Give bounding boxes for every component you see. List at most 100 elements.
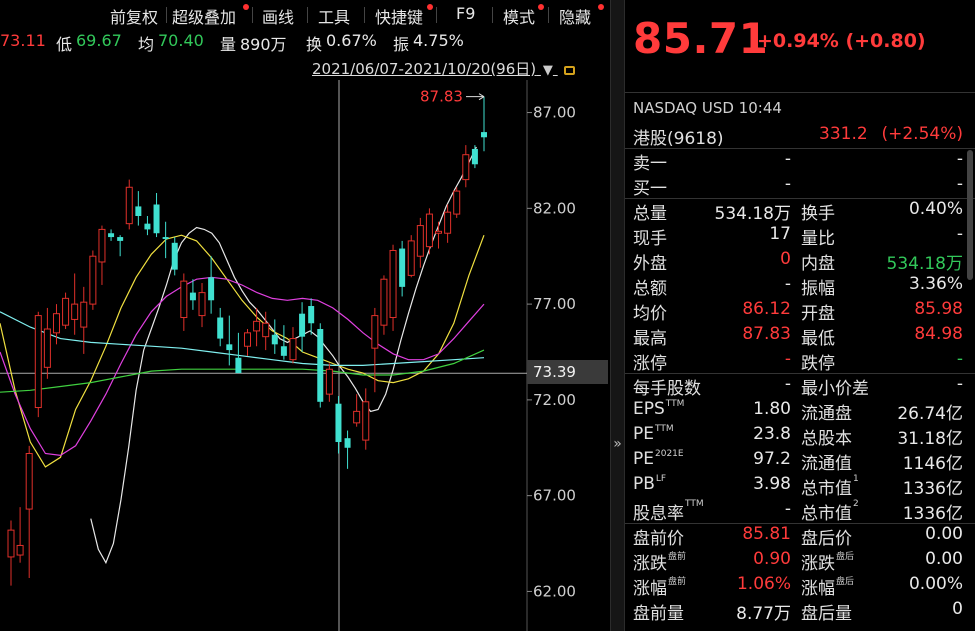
quote-value: 534.18万	[714, 204, 791, 224]
candle-body	[144, 223, 151, 230]
quote-value: -	[956, 149, 963, 169]
quote-row: 卖一 - -	[625, 148, 975, 174]
quote-value: 0	[780, 249, 791, 269]
candle-body	[34, 315, 42, 409]
quote-value: 31.18亿	[897, 429, 963, 449]
candlestick-chart[interactable]: 87.00 82.00 77.00 72.00 67.00 62.00 87.83	[0, 80, 610, 631]
quote-row: 总量 534.18万 换手 0.40%	[625, 198, 975, 224]
quote-row: EPSTTM 1.80 流通盘 26.74亿	[625, 398, 975, 424]
scrollbar[interactable]	[967, 150, 973, 280]
quote-label: 流通盘	[801, 404, 852, 424]
amplitude-value: 4.75%	[413, 31, 464, 50]
candle-body	[462, 154, 470, 181]
panel-divider	[610, 0, 625, 631]
quote-row: 盘前价 85.81 盘后价 0.00	[625, 523, 975, 549]
candle-body	[407, 240, 415, 276]
quote-row: PBLF 3.98 总市值1 1336亿	[625, 473, 975, 499]
quote-value: 0.90	[753, 549, 791, 569]
candle-body	[371, 315, 379, 349]
quote-value: 3.36%	[908, 274, 963, 294]
quote-row: 盘前量 8.77万 盘后量 0	[625, 598, 975, 624]
lock-icon[interactable]	[563, 66, 575, 75]
toolbar-separator	[364, 7, 365, 23]
quote-label: PETTM	[633, 424, 674, 444]
y-tick-label: 67.00	[533, 487, 576, 505]
quote-label: 每手股数	[633, 379, 701, 399]
toolbar-separator	[252, 7, 253, 23]
quote-label: 总市值2	[801, 499, 859, 524]
quote-value: -	[784, 174, 791, 194]
quote-label: 跌停	[801, 354, 835, 374]
y-tick-label: 72.00	[533, 391, 576, 409]
candle-body	[308, 306, 315, 324]
candle-body	[198, 292, 206, 317]
quote-label: 股息率TTM	[633, 499, 704, 524]
exchange-line: NASDAQ USD 10:44	[633, 99, 782, 117]
quote-value: 1.06%	[736, 574, 791, 594]
candle-body	[425, 213, 433, 248]
quote-value: 0.40%	[908, 199, 963, 219]
toolbar-hide[interactable]: 隐藏	[559, 4, 591, 28]
quote-value: 85.98	[914, 299, 963, 319]
quote-value: 26.74亿	[897, 404, 963, 424]
toolbar-mode[interactable]: 模式	[503, 4, 535, 28]
notification-dot	[427, 4, 433, 10]
toolbar-restore-rights[interactable]: 前复权	[110, 4, 158, 28]
candle-body	[325, 368, 333, 395]
quote-label: 最低	[801, 329, 835, 349]
quote-label: 流通值	[801, 454, 852, 474]
candle-body	[108, 233, 115, 238]
quote-label: 卖一	[633, 154, 667, 174]
date-range-text: 2021/06/07-2021/10/20(96日)	[312, 60, 537, 78]
quote-row: 买一 - -	[625, 173, 975, 199]
candle-body	[481, 132, 487, 138]
chart-toolbar: 前复权 超级叠加 画线 工具 快捷键 F9 模式 隐藏	[0, 0, 610, 28]
candle-body	[344, 438, 351, 448]
quote-value: 1.80	[753, 399, 791, 419]
y-tick-label: 82.00	[533, 199, 576, 217]
toolbar-separator	[166, 7, 167, 23]
candle-body	[471, 148, 478, 165]
label-superscript: 2	[853, 499, 859, 509]
quote-value: 17	[769, 224, 791, 244]
hk-stock-row[interactable]: 港股(9618) 331.2 (+2.54%)	[625, 123, 975, 149]
candle-body	[25, 453, 33, 510]
candle-body	[135, 206, 142, 216]
notification-dot	[243, 4, 249, 10]
label-superscript: 盘后	[836, 552, 855, 562]
toolbar-shortcuts[interactable]: 快捷键	[375, 4, 423, 28]
candle-body	[43, 328, 51, 368]
label-superscript: TTM	[655, 424, 674, 434]
quote-row: PE2021E 97.2 流通值 1146亿	[625, 448, 975, 474]
candle-body	[226, 344, 233, 351]
candle-body	[317, 329, 324, 402]
quote-label: PE2021E	[633, 449, 684, 469]
quote-label: 盘后量	[801, 604, 852, 624]
candle-body	[80, 301, 88, 328]
candle-body	[125, 186, 133, 225]
quote-label: 涨停	[633, 354, 667, 374]
dropdown-triangle-icon[interactable]: ▼	[543, 63, 553, 78]
toolbar-f9[interactable]: F9	[456, 4, 475, 23]
moving-average-line	[0, 349, 485, 393]
quote-value: 0.00%	[908, 574, 963, 594]
toolbar-tools[interactable]: 工具	[318, 4, 350, 28]
quote-panel: 85.71 +0.94% (+0.80) NASDAQ USD 10:44 港股…	[625, 0, 975, 631]
toolbar-draw-line[interactable]: 画线	[262, 4, 294, 28]
quote-row: 现手 17 量比 -	[625, 223, 975, 249]
volume-value: 890万	[240, 35, 287, 54]
candle-body	[362, 401, 370, 441]
quote-value: -	[784, 499, 791, 519]
quote-row: 每手股数 - 最小价差 -	[625, 373, 975, 399]
y-tick-label: 77.00	[533, 295, 576, 313]
quote-label: 最高	[633, 329, 667, 349]
turnover-value: 0.67%	[326, 31, 377, 50]
quote-label: 内盘	[801, 254, 835, 274]
toolbar-super-overlay[interactable]: 超级叠加	[172, 4, 236, 28]
date-range-selector[interactable]: 2021/06/07-2021/10/20(96日) ▼	[312, 58, 575, 79]
quote-value: 1336亿	[902, 479, 963, 499]
quote-value: -	[956, 374, 963, 394]
quote-value: -	[784, 274, 791, 294]
expand-chevron-icon[interactable]: »	[611, 436, 624, 456]
quote-label: 涨跌盘后	[801, 552, 855, 574]
